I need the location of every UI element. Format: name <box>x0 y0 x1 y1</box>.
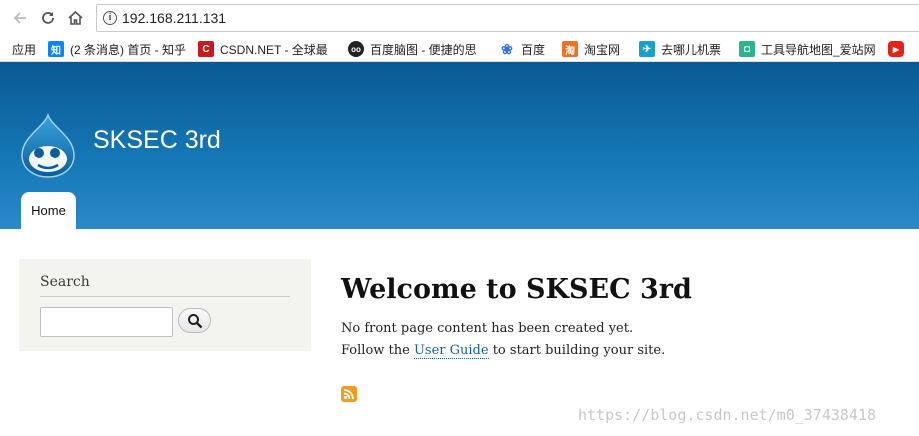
page-title: Welcome to SKSEC 3rd <box>341 274 692 305</box>
user-guide-prefix: Follow the <box>341 343 414 358</box>
bookmark-youtube[interactable]: ▶ <box>888 40 910 58</box>
zhihu-icon: 知 <box>48 41 64 57</box>
bookmark-label: 百度脑图 - 便捷的思 <box>370 42 477 57</box>
user-guide-line: Follow the User Guide to start building … <box>341 343 666 359</box>
tab-home[interactable]: Home <box>21 192 76 229</box>
csdn-icon: C <box>198 41 214 57</box>
watermark: https://blog.csdn.net/m0_37438418 <box>578 406 877 424</box>
bookmark-apps[interactable]: 应用 <box>12 40 36 58</box>
back-arrow-icon[interactable] <box>9 7 31 29</box>
bookmark-label: (2 条消息) 首页 - 知乎 <box>70 42 186 57</box>
bookmark-baidu[interactable]: ❀ 百度 <box>499 40 545 58</box>
bookmark-qunar[interactable]: ✈ 去哪儿机票 <box>639 40 721 58</box>
search-icon <box>187 313 202 328</box>
bookmark-label: 去哪儿机票 <box>661 42 722 57</box>
browser-toolbar: i 192.168.211.131 <box>0 0 919 36</box>
drupal-logo-icon[interactable] <box>18 112 78 179</box>
bookmark-taobao[interactable]: 淘 淘宝网 <box>562 40 620 58</box>
tool-nav-icon: ◘ <box>739 41 755 57</box>
home-icon[interactable] <box>64 7 86 29</box>
reload-icon[interactable] <box>37 7 59 29</box>
site-name[interactable]: SKSEC 3rd <box>93 126 221 155</box>
baidu-mind-icon: oo <box>348 41 364 57</box>
search-button[interactable] <box>178 308 211 333</box>
bookmark-zhihu[interactable]: 知 (2 条消息) 首页 - 知乎 <box>48 40 186 58</box>
baidu-paw-icon: ❀ <box>501 40 513 57</box>
info-icon[interactable]: i <box>103 11 117 25</box>
youtube-icon: ▶ <box>888 41 904 57</box>
bookmark-label: 应用 <box>12 42 37 57</box>
user-guide-link[interactable]: User Guide <box>413 343 489 359</box>
rss-feed-icon[interactable] <box>341 386 357 402</box>
front-page-message: No front page content has been created y… <box>341 321 634 336</box>
user-guide-suffix: to start building your site. <box>488 343 666 358</box>
search-block-title: Search <box>40 274 90 290</box>
search-input[interactable] <box>40 307 173 337</box>
qunar-icon: ✈ <box>639 41 655 57</box>
bookmarks-bar: 应用 知 (2 条消息) 首页 - 知乎 C CSDN.NET - 全球最 oo… <box>0 36 919 62</box>
address-bar[interactable]: i 192.168.211.131 <box>96 4 919 32</box>
bookmark-tool-nav[interactable]: ◘ 工具导航地图_爱站网 <box>739 40 879 58</box>
site-header: SKSEC 3rd Home <box>0 62 919 229</box>
bookmark-label: CSDN.NET - 全球最 <box>220 42 328 57</box>
taobao-icon: 淘 <box>562 41 578 57</box>
address-bar-url[interactable]: 192.168.211.131 <box>122 10 226 26</box>
bookmark-label: 百度 <box>521 42 546 57</box>
bookmark-baidu-mind[interactable]: oo 百度脑图 - 便捷的思 <box>348 40 486 58</box>
bookmark-csdn[interactable]: C CSDN.NET - 全球最 <box>198 40 336 58</box>
bookmark-label: 工具导航地图_爱站网 <box>761 42 876 57</box>
divider <box>40 296 290 297</box>
search-block: Search <box>19 259 311 351</box>
bookmark-label: 淘宝网 <box>584 42 621 57</box>
